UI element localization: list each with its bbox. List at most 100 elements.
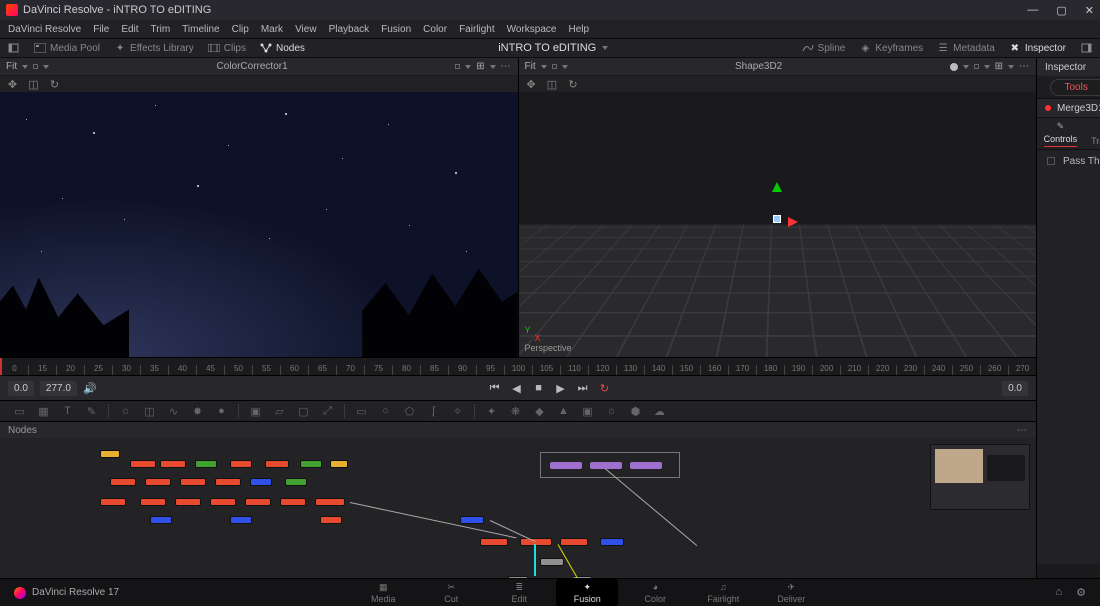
menu-color[interactable]: Color — [423, 24, 447, 35]
metadata-button[interactable]: ☰ Metadata — [937, 42, 995, 54]
media-pool-button[interactable]: Media Pool — [34, 42, 100, 54]
page-tab-fusion[interactable]: ✦ Fusion — [556, 579, 618, 606]
time-end-field[interactable]: 0.0 — [1002, 381, 1028, 396]
menu-help[interactable]: Help — [568, 24, 589, 35]
tool-prender-icon[interactable]: ❋ — [508, 404, 523, 419]
inspector-selected-node[interactable]: Merge3D1 ✧ 🔒 ↺ — [1037, 98, 1100, 118]
home-button[interactable]: ⌂ — [1055, 586, 1062, 599]
rotate-tool-icon[interactable]: ↻ — [48, 78, 61, 91]
viewer-more-icon[interactable]: ⋯ — [501, 61, 512, 72]
gizmo-center-icon[interactable] — [773, 215, 781, 223]
tool-render3d-icon[interactable]: ⬢ — [628, 404, 643, 419]
tool-pemitter-icon[interactable]: ✦ — [484, 404, 499, 419]
tool-blur-icon[interactable]: ● — [214, 404, 229, 419]
tool-mask-poly-icon[interactable]: ⬠ — [402, 404, 417, 419]
menu-playback[interactable]: Playback — [329, 24, 370, 35]
viewer-right-canvas[interactable]: Y X Perspective — [519, 92, 1037, 357]
tool-wand-icon[interactable]: ✧ — [450, 404, 465, 419]
project-settings-button[interactable]: ⚙ — [1076, 586, 1086, 599]
tool-transform-icon[interactable]: ▱ — [272, 404, 287, 419]
gizmo-y-axis-icon[interactable] — [772, 182, 782, 192]
menu-edit[interactable]: Edit — [121, 24, 138, 35]
region-tool-icon[interactable]: ◫ — [27, 78, 40, 91]
window-maximize-button[interactable]: ▢ — [1056, 4, 1066, 17]
inspector-tab-tools[interactable]: Tools — [1050, 79, 1100, 96]
viewer-opt-a-icon[interactable] — [33, 64, 38, 69]
window-close-button[interactable]: ✕ — [1085, 4, 1094, 17]
inspector-subtab-controls[interactable]: ✎ Controls — [1044, 120, 1078, 147]
tool-matte-icon[interactable]: ▢ — [296, 404, 311, 419]
nodes-more-icon[interactable]: ⋯ — [1017, 425, 1028, 436]
tool-mask-ellipse-icon[interactable]: ○ — [378, 404, 393, 419]
nodes-minimap[interactable] — [930, 444, 1030, 510]
tool-fastnoise-icon[interactable]: ▦ — [36, 404, 51, 419]
region-tool-icon[interactable]: ◫ — [546, 78, 559, 91]
spline-button[interactable]: Spline — [802, 42, 846, 54]
tool-hue-icon[interactable]: ✸ — [190, 404, 205, 419]
go-last-button[interactable]: ⏭ — [576, 381, 590, 395]
menu-view[interactable]: View — [295, 24, 317, 35]
page-tab-cut[interactable]: ✂ Cut — [420, 579, 482, 606]
passthrough-checkbox[interactable] — [1047, 157, 1055, 165]
time-ruler[interactable]: 0 15 20 25 30 35 40 45 50 55 60 65 70 75… — [0, 358, 1036, 376]
page-tab-deliver[interactable]: ✈ Deliver — [760, 579, 822, 606]
tool-light-icon[interactable]: ☼ — [604, 404, 619, 419]
tool-text-icon[interactable]: T — [60, 404, 75, 419]
tool-resize-icon[interactable]: ⤢ — [320, 404, 335, 419]
project-title[interactable]: iNTRO TO eDITING — [498, 42, 608, 54]
nodes-canvas[interactable] — [0, 438, 1036, 578]
menu-mark[interactable]: Mark — [261, 24, 283, 35]
perspective-label[interactable]: Perspective — [525, 343, 572, 353]
audio-mute-icon[interactable]: 🔊 — [83, 381, 97, 395]
viewer-right-opt-icon[interactable] — [455, 64, 460, 69]
rotate-tool-icon[interactable]: ↻ — [567, 78, 580, 91]
move-tool-icon[interactable]: ✥ — [525, 78, 538, 91]
menu-fairlight[interactable]: Fairlight — [459, 24, 495, 35]
time-current-field[interactable]: 277.0 — [40, 381, 77, 396]
viewer-left-canvas[interactable] — [0, 92, 518, 357]
tool-image3d-icon[interactable]: ▲ — [556, 404, 571, 419]
tool-cloud-icon[interactable]: ☁ — [652, 404, 667, 419]
move-tool-icon[interactable]: ✥ — [6, 78, 19, 91]
page-tab-fairlight[interactable]: ♫ Fairlight — [692, 579, 754, 606]
menu-fusion[interactable]: Fusion — [381, 24, 411, 35]
viewer-opt2-icon[interactable] — [974, 64, 979, 69]
page-tab-edit[interactable]: ≣ Edit — [488, 579, 550, 606]
tool-merge-icon[interactable]: ▣ — [248, 404, 263, 419]
viewer-opt-icon[interactable] — [552, 64, 557, 69]
viewer-fit-dropdown[interactable]: Fit — [6, 61, 17, 72]
page-tab-media[interactable]: ▦ Media — [352, 579, 414, 606]
viewer-grid-icon[interactable]: ⊞ — [476, 61, 484, 72]
tool-paint-icon[interactable]: ✎ — [84, 404, 99, 419]
nodes-button[interactable]: Nodes — [260, 42, 305, 54]
inspector-button[interactable]: ✖ Inspector — [1009, 42, 1066, 54]
viewer-grid-icon[interactable]: ⊞ — [995, 61, 1003, 72]
go-first-button[interactable]: ⏮ — [488, 381, 502, 395]
stop-button[interactable]: ■ — [532, 381, 546, 395]
tool-mask-rect-icon[interactable]: ▭ — [354, 404, 369, 419]
menu-davinci[interactable]: DaVinci Resolve — [8, 24, 81, 35]
menu-timeline[interactable]: Timeline — [182, 24, 219, 35]
panel-collapse-right-icon[interactable] — [1080, 42, 1092, 54]
tool-bspline-icon[interactable]: ∫ — [426, 404, 441, 419]
page-tab-color[interactable]: ◕ Color — [624, 579, 686, 606]
menu-clip[interactable]: Clip — [232, 24, 249, 35]
play-button[interactable]: ▶ — [554, 381, 568, 395]
menu-trim[interactable]: Trim — [151, 24, 171, 35]
viewer-sphere-icon[interactable] — [950, 63, 958, 71]
gizmo-x-axis-icon[interactable] — [788, 217, 798, 227]
loop-button[interactable]: ↻ — [598, 381, 612, 395]
keyframes-button[interactable]: ◈ Keyframes — [859, 42, 923, 54]
play-rev-button[interactable]: ◀ — [510, 381, 524, 395]
tool-shape3d-icon[interactable]: ◆ — [532, 404, 547, 419]
inspector-subtab-transform[interactable]: ✥ Transform — [1091, 122, 1100, 146]
menu-file[interactable]: File — [93, 24, 109, 35]
panel-collapse-icon[interactable] — [8, 42, 20, 54]
menu-workspace[interactable]: Workspace — [507, 24, 557, 35]
effects-library-button[interactable]: ✦ Effects Library — [114, 42, 194, 54]
viewer-more-icon[interactable]: ⋯ — [1019, 61, 1030, 72]
tool-colorcurve-icon[interactable]: ∿ — [166, 404, 181, 419]
window-minimize-button[interactable]: — — [1027, 4, 1038, 17]
viewer-fit-dropdown[interactable]: Fit — [525, 61, 536, 72]
tool-channel-icon[interactable]: ◫ — [142, 404, 157, 419]
